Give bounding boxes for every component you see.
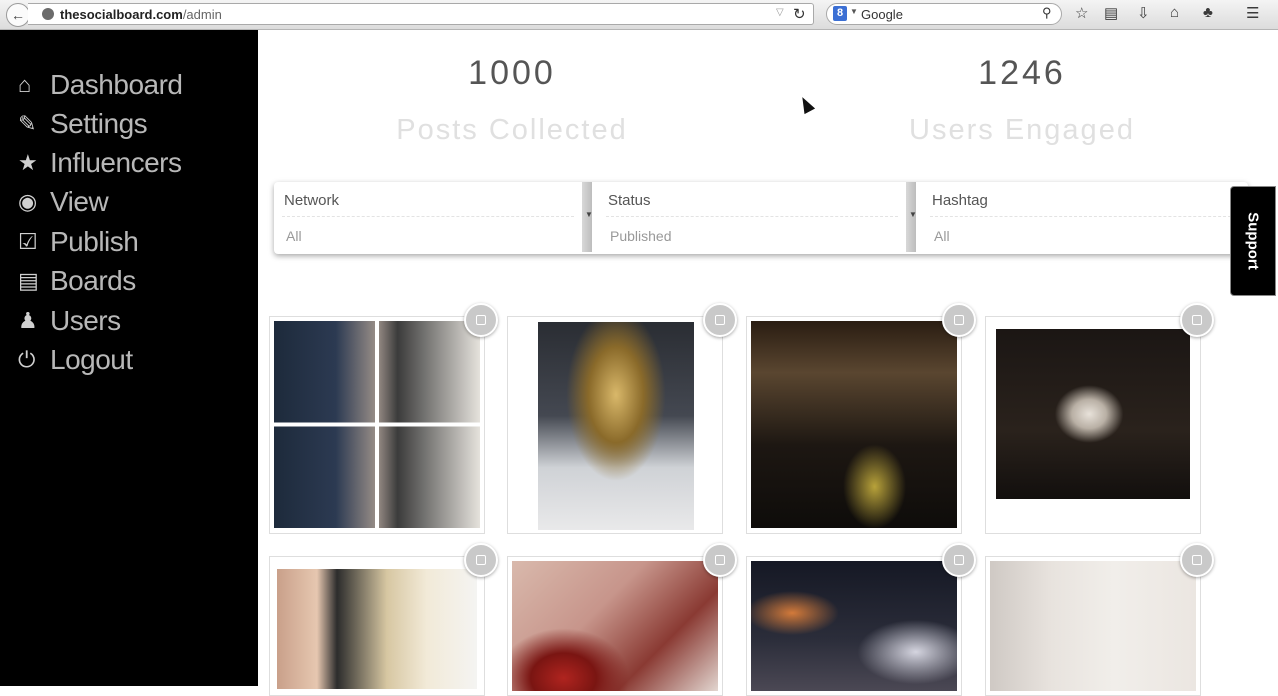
url-path: /admin [182, 7, 222, 22]
instagram-icon[interactable] [464, 303, 498, 337]
sidebar: ⌂ Dashboard ✎ Settings ★ Influencers ◉ View … [0, 30, 258, 686]
post-image [274, 321, 480, 528]
posts-collected-count: 1000 [468, 54, 556, 92]
post-card[interactable] [746, 556, 962, 696]
sidebar-item-label: Dashboard [50, 69, 183, 100]
support-tab[interactable]: Support [1230, 186, 1276, 296]
user-icon: ♟ [18, 308, 38, 333]
post-card[interactable] [507, 316, 723, 534]
divider [930, 216, 1236, 217]
search-engine-caret-icon[interactable]: ▼ [850, 7, 858, 16]
download-arrow-icon[interactable]: ⇩ [1137, 4, 1150, 22]
sidebar-item-boards[interactable]: ▤ Boards [18, 263, 136, 299]
list-icon: ▤ [18, 268, 39, 293]
hashtag-filter[interactable]: Hashtag All [922, 182, 1248, 254]
sidebar-item-label: Publish [50, 226, 139, 257]
eye-icon: ◉ [18, 189, 37, 214]
filter-label: Status [608, 192, 651, 209]
instagram-icon[interactable] [464, 543, 498, 577]
divider [282, 216, 574, 217]
extension-icon[interactable]: ♣ [1203, 4, 1213, 21]
post-image [538, 322, 694, 530]
globe-icon [42, 8, 54, 20]
instagram-icon[interactable] [1180, 303, 1214, 337]
back-arrow-icon[interactable]: ← [6, 3, 30, 27]
sidebar-item-label: Influencers [50, 147, 182, 178]
dropdown-arrow-icon[interactable]: ▽ [776, 7, 784, 18]
filter-value: Published [610, 228, 672, 244]
google-logo-icon: 8 [833, 6, 847, 21]
filter-label: Network [284, 192, 340, 209]
sidebar-item-label: Boards [50, 265, 136, 296]
divider [606, 216, 898, 217]
post-card[interactable] [985, 316, 1201, 534]
sidebar-item-publish[interactable]: ☑ Publish [18, 224, 139, 260]
post-image [990, 561, 1196, 691]
post-image [751, 561, 957, 691]
url-text: thesocialboard.com/admin [60, 7, 222, 22]
filter-value: All [934, 228, 950, 244]
users-engaged-label: Users Engaged [909, 114, 1135, 146]
sidebar-item-label: Logout [50, 344, 133, 375]
sidebar-item-users[interactable]: ♟ Users [18, 303, 121, 339]
home-button-icon[interactable]: ⌂ [1170, 4, 1179, 21]
instagram-icon[interactable] [703, 303, 737, 337]
filter-label: Hashtag [932, 192, 988, 209]
sidebar-item-influencers[interactable]: ★ Influencers [18, 145, 182, 181]
post-image [512, 561, 718, 691]
sidebar-item-dashboard[interactable]: ⌂ Dashboard [18, 67, 183, 103]
search-engine-name: Google [861, 7, 903, 22]
clipboard-icon[interactable]: ▤ [1104, 4, 1118, 22]
posts-collected-label: Posts Collected [396, 114, 628, 146]
filter-value: All [286, 228, 302, 244]
instagram-icon[interactable] [942, 543, 976, 577]
home-icon: ⌂ [18, 72, 31, 97]
edit-icon: ✎ [18, 111, 36, 136]
network-filter[interactable]: Network All [274, 182, 586, 254]
caret-down-icon: ▼ [909, 210, 917, 219]
sidebar-item-label: Users [50, 305, 121, 336]
post-image [996, 329, 1190, 499]
reload-icon[interactable]: ↻ [793, 5, 806, 23]
instagram-icon[interactable] [703, 543, 737, 577]
instagram-icon[interactable] [1180, 543, 1214, 577]
post-image [751, 321, 957, 528]
main-content: 1000 Posts Collected 1246 Users Engaged … [258, 30, 1278, 696]
sidebar-item-label: View [50, 186, 109, 217]
star-icon: ★ [18, 150, 38, 175]
post-card[interactable] [985, 556, 1201, 696]
sidebar-item-logout[interactable]: ⏻ Logout [18, 342, 133, 378]
address-bar[interactable]: thesocialboard.com/admin ▽ ↻ [28, 3, 814, 25]
url-host: thesocialboard.com [60, 7, 183, 22]
post-card[interactable] [269, 316, 485, 534]
status-filter[interactable]: Status Published [598, 182, 910, 254]
caret-down-icon: ▼ [585, 210, 593, 219]
post-card[interactable] [746, 316, 962, 534]
check-square-icon: ☑ [18, 229, 38, 254]
post-image [277, 569, 477, 689]
browser-toolbar: ← thesocialboard.com/admin ▽ ↻ 8 ▼ Googl… [0, 0, 1278, 30]
magnifier-icon[interactable]: ⚲ [1042, 5, 1052, 21]
menu-icon[interactable]: ☰ [1246, 4, 1259, 22]
support-label: Support [1244, 212, 1262, 270]
sidebar-item-settings[interactable]: ✎ Settings [18, 106, 148, 142]
filter-bar: Network All ▼ Status Published ▼ Hashtag… [274, 182, 1248, 254]
post-card[interactable] [507, 556, 723, 696]
sidebar-item-view[interactable]: ◉ View [18, 184, 109, 220]
instagram-icon[interactable] [942, 303, 976, 337]
post-card[interactable] [269, 556, 485, 696]
users-engaged-count: 1246 [978, 54, 1066, 92]
power-icon: ⏻ [18, 347, 35, 372]
sidebar-item-label: Settings [50, 108, 148, 139]
search-bar[interactable]: 8 ▼ Google ⚲ [826, 3, 1062, 25]
bookmark-star-icon[interactable]: ☆ [1075, 4, 1088, 22]
